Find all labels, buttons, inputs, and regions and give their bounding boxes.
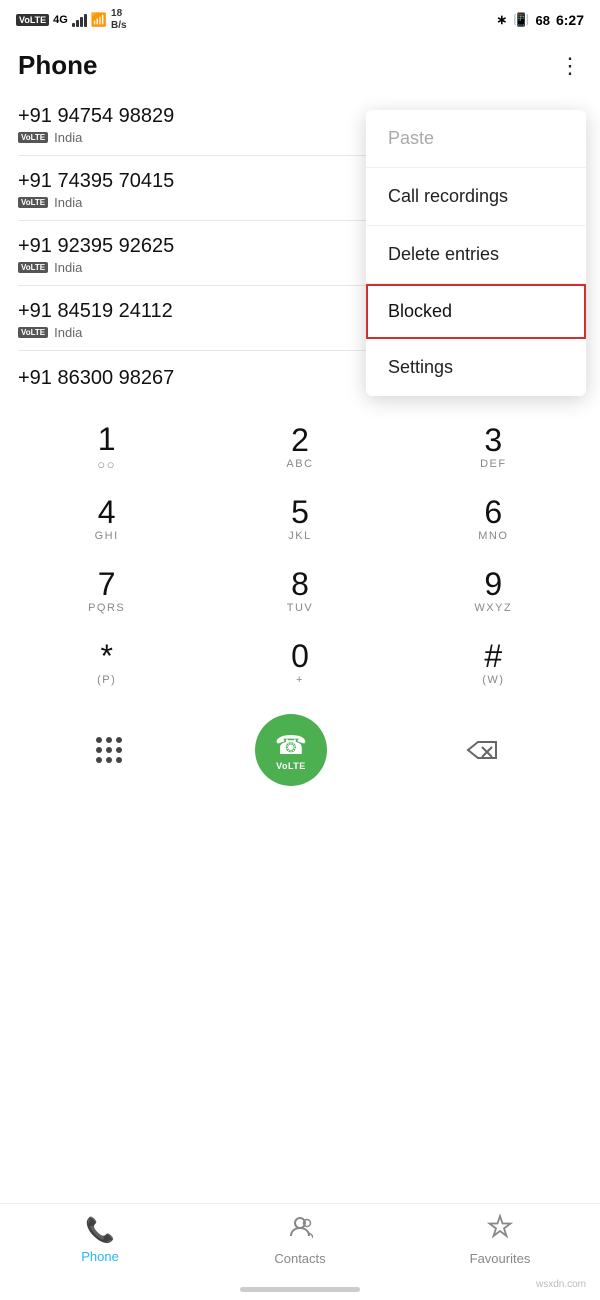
dial-key-letters: PQRS [88, 602, 125, 616]
more-options-icon[interactable]: ⋮ [559, 55, 582, 77]
dial-key-number: 6 [484, 496, 502, 528]
status-left: VoLTE 4G 📶 18 B/s [16, 8, 127, 32]
dial-key-number: # [484, 640, 502, 672]
watermark: wsxdn.com [536, 1279, 586, 1290]
call-country: India [54, 195, 82, 210]
bottom-nav: 📞 Phone Contacts Favourites [0, 1203, 600, 1270]
dial-key-number: 1 [98, 423, 116, 455]
dialpad-grid: 1 ○○ 2 ABC 3 DEF 4 GHI 5 JKL 6 MNO 7 [0, 401, 600, 706]
dial-key-letters: JKL [288, 530, 311, 544]
dial-key-hash[interactable]: # (W) [397, 626, 590, 698]
nav-label-contacts: Contacts [274, 1251, 325, 1266]
volte-small: VoLTE [18, 132, 48, 143]
volte-badge: VoLTE [16, 14, 49, 26]
vibrate-icon: 📳 [513, 12, 529, 28]
network-type: 4G [53, 14, 68, 26]
dial-key-number: 8 [291, 568, 309, 600]
battery-icon: 68 [536, 13, 550, 28]
dropdown-item-settings[interactable]: Settings [366, 339, 586, 396]
dial-key-number: 5 [291, 496, 309, 528]
dial-key-letters: (P) [97, 674, 116, 688]
call-country: India [54, 325, 82, 340]
volte-small: VoLTE [18, 262, 48, 273]
dial-key-9[interactable]: 9 WXYZ [397, 554, 590, 626]
dialpad-area: 1 ○○ 2 ABC 3 DEF 4 GHI 5 JKL 6 MNO 7 [0, 401, 600, 800]
data-speed: 18 B/s [111, 8, 127, 32]
bluetooth-icon: ∗ [496, 12, 507, 28]
phone-nav-icon: 📞 [85, 1216, 115, 1245]
dropdown-item-delete-entries[interactable]: Delete entries [366, 226, 586, 284]
volte-small: VoLTE [18, 197, 48, 208]
nav-item-contacts[interactable]: Contacts [260, 1214, 340, 1266]
call-number: +91 86300 98267 [18, 367, 174, 390]
dial-key-number: 3 [484, 424, 502, 456]
dial-key-number: 4 [98, 496, 116, 528]
status-time: 6:27 [556, 12, 584, 28]
dial-key-2[interactable]: 2 ABC [203, 409, 396, 482]
dial-key-7[interactable]: 7 PQRS [10, 554, 203, 626]
nav-item-phone[interactable]: 📞 Phone [60, 1216, 140, 1264]
backspace-button[interactable] [460, 728, 504, 772]
dial-key-number: 7 [98, 568, 116, 600]
dial-key-letters: TUV [287, 602, 314, 616]
dial-key-letters: (W) [482, 674, 504, 688]
dial-key-letters: ○○ [97, 457, 116, 472]
home-indicator [240, 1287, 360, 1292]
call-button[interactable]: ☎ VoLTE [255, 714, 327, 786]
nav-item-favourites[interactable]: Favourites [460, 1214, 540, 1266]
status-bar: VoLTE 4G 📶 18 B/s ∗ 📳 68 6:27 [0, 0, 600, 40]
dial-key-6[interactable]: 6 MNO [397, 482, 590, 554]
dial-key-8[interactable]: 8 TUV [203, 554, 396, 626]
dropdown-item-blocked[interactable]: Blocked [366, 284, 586, 339]
nav-label-favourites: Favourites [470, 1251, 531, 1266]
app-header: Phone ⋮ [0, 40, 600, 91]
dial-key-letters: WXYZ [474, 602, 512, 616]
call-country: India [54, 260, 82, 275]
dial-key-5[interactable]: 5 JKL [203, 482, 396, 554]
dial-key-letters: DEF [480, 458, 507, 472]
dial-key-letters: GHI [95, 530, 119, 544]
favourites-nav-icon [487, 1214, 513, 1247]
status-right: ∗ 📳 68 6:27 [496, 12, 584, 28]
dial-key-letters: + [296, 674, 304, 688]
phone-icon: ☎ [275, 730, 307, 761]
call-country: India [54, 130, 82, 145]
nav-label-phone: Phone [81, 1249, 119, 1264]
signal-bars [72, 13, 87, 27]
app-title: Phone [18, 50, 97, 81]
wifi-icon: 📶 [91, 12, 107, 28]
volte-small: VoLTE [18, 327, 48, 338]
dropdown-item-paste[interactable]: Paste [366, 110, 586, 168]
dropdown-menu: Paste Call recordings Delete entries Blo… [366, 110, 586, 396]
dialpad-dots-icon[interactable] [96, 737, 122, 763]
dial-key-0[interactable]: 0 + [203, 626, 396, 698]
dialpad-bottom-row: ☎ VoLTE [0, 706, 600, 800]
contacts-nav-icon [287, 1214, 313, 1247]
dial-key-letters: MNO [478, 530, 508, 544]
dial-key-letters: ABC [286, 458, 313, 472]
dial-key-number: 9 [484, 568, 502, 600]
dial-key-1[interactable]: 1 ○○ [10, 409, 203, 482]
dial-key-number: * [100, 640, 112, 672]
dropdown-item-call-recordings[interactable]: Call recordings [366, 168, 586, 226]
dial-key-3[interactable]: 3 DEF [397, 409, 590, 482]
dial-key-4[interactable]: 4 GHI [10, 482, 203, 554]
dial-key-number: 2 [291, 424, 309, 456]
dial-key-number: 0 [291, 640, 309, 672]
volte-label: VoLTE [276, 761, 306, 771]
dial-key-star[interactable]: * (P) [10, 626, 203, 698]
